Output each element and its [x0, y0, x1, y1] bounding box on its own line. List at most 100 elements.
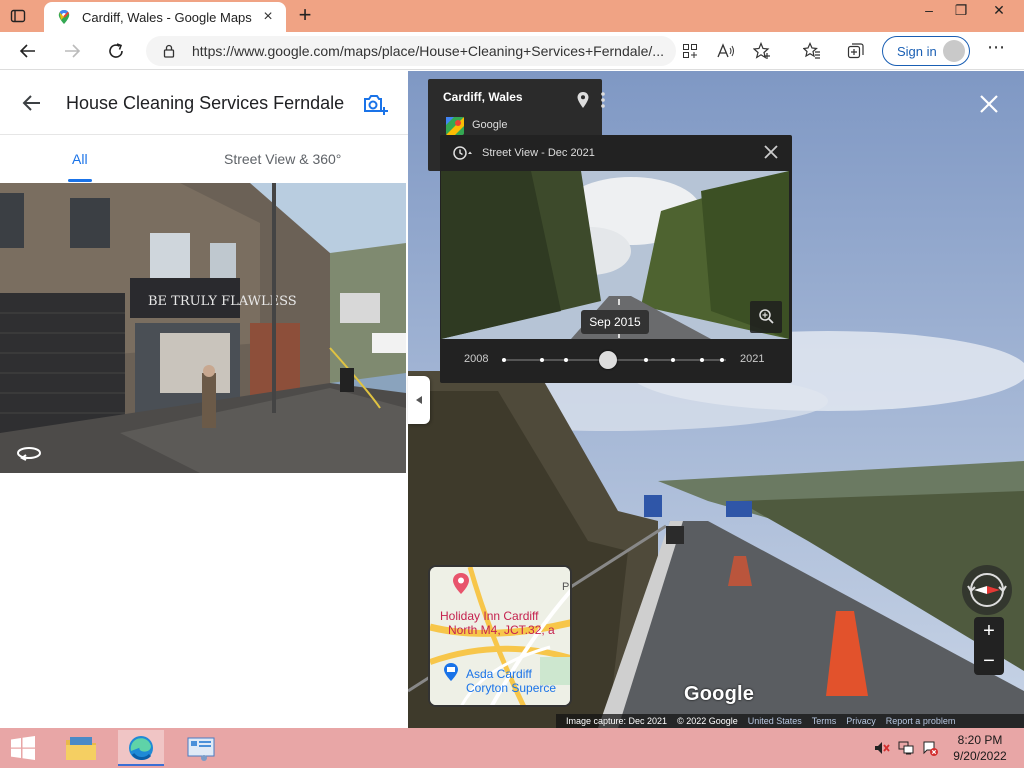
time-machine-panel: Street View - Dec 2021 Sep 2015 2008 202…: [440, 135, 792, 383]
edge-browser-icon: [129, 736, 153, 761]
privacy-link[interactable]: Privacy: [846, 716, 876, 726]
forward-button[interactable]: [60, 39, 84, 63]
more-vertical-icon[interactable]: [600, 91, 606, 109]
system-clock[interactable]: 8:20 PM 9/20/2022: [948, 732, 1012, 764]
close-time-machine-icon[interactable]: [762, 143, 780, 161]
map-footer: Image capture: Dec 2021 © 2022 Google Un…: [556, 714, 1024, 728]
network-icon[interactable]: [898, 740, 914, 756]
clock-date: 9/20/2022: [953, 749, 1007, 763]
location-name[interactable]: Cardiff, Wales: [443, 90, 523, 104]
zoom-control: + −: [974, 617, 1004, 675]
profile-avatar-icon: [943, 40, 965, 62]
timeline-tick[interactable]: [719, 358, 724, 362]
collections-icon[interactable]: [846, 41, 866, 61]
tab-all[interactable]: All: [72, 151, 88, 167]
read-aloud-icon[interactable]: [716, 41, 736, 61]
restore-window-icon[interactable]: ❐: [946, 0, 976, 22]
imagery-source: Google: [472, 119, 508, 131]
copyright-text: © 2022 Google: [677, 716, 738, 726]
close-window-icon[interactable]: ✕: [984, 0, 1014, 22]
control-panel-icon: [187, 737, 215, 761]
taskbar-edge[interactable]: [118, 730, 164, 766]
region-link[interactable]: United States: [748, 716, 802, 726]
timeline-end-year: 2021: [740, 353, 765, 365]
timeline-handle[interactable]: [599, 351, 618, 369]
active-tab-indicator: [68, 179, 92, 182]
forward-arrow-icon: [65, 44, 81, 58]
taskbar-control-panel[interactable]: [178, 730, 224, 766]
terms-link[interactable]: Terms: [812, 716, 837, 726]
compass-control[interactable]: [962, 565, 1012, 615]
add-photo-icon[interactable]: [362, 91, 388, 117]
sign-in-label: Sign in: [897, 43, 937, 59]
zoom-out-button[interactable]: −: [974, 647, 1004, 675]
report-problem-link[interactable]: Report a problem: [886, 716, 956, 726]
location-pin-icon[interactable]: [576, 91, 590, 109]
minimap-hotel-label[interactable]: Holiday Inn Cardiff North M4, JCT.32, a: [440, 609, 555, 637]
time-machine-label: Street View - Dec 2021: [482, 147, 595, 159]
magnifier-plus-icon: [759, 309, 774, 324]
storefront-image: BE TRULY FLAWLESS: [0, 183, 406, 473]
app-available-icon[interactable]: [680, 41, 700, 61]
favorites-icon[interactable]: [802, 41, 822, 61]
more-options-icon[interactable]: ⋯: [986, 38, 1006, 60]
refresh-icon: [109, 43, 123, 58]
street-view-photo[interactable]: BE TRULY FLAWLESS: [0, 183, 406, 473]
minimap-store-label[interactable]: Asda Cardiff Coryton Superce: [466, 667, 556, 695]
photo-tabs: All Street View & 360°: [0, 135, 408, 183]
minimap-hotel-line2: North M4, JCT.32, a: [448, 623, 555, 637]
minimap-store-line1: Asda Cardiff: [466, 667, 532, 681]
mini-map[interactable]: Holiday Inn Cardiff North M4, JCT.32, a …: [428, 565, 572, 707]
timeline-tick[interactable]: [564, 358, 569, 362]
speaker-muted-icon[interactable]: [874, 740, 890, 756]
taskbar-file-explorer[interactable]: [58, 730, 104, 766]
new-tab-button[interactable]: +: [294, 4, 316, 26]
timeline-tick[interactable]: [539, 358, 544, 362]
timeline-tick[interactable]: [644, 358, 649, 362]
tab-close-icon[interactable]: ×: [260, 9, 276, 25]
image-capture-date: Image capture: Dec 2021: [566, 716, 668, 726]
close-street-view-icon[interactable]: [978, 93, 1000, 115]
url-text: https://www.google.com/maps/place/House+…: [192, 43, 664, 59]
panel-header: House Cleaning Services Ferndale: [0, 71, 408, 135]
windows-taskbar: 8:20 PM 9/20/2022: [0, 728, 1024, 768]
lock-icon: [163, 44, 175, 58]
url-bar[interactable]: https://www.google.com/maps/place/House+…: [146, 36, 676, 66]
place-title: House Cleaning Services Ferndale: [66, 93, 345, 113]
windows-start-icon[interactable]: [10, 736, 36, 760]
back-arrow-icon[interactable]: [20, 91, 44, 115]
back-button[interactable]: [16, 39, 40, 63]
browser-tab-active[interactable]: Cardiff, Wales - Google Maps ×: [44, 2, 286, 32]
timeline-tick[interactable]: [670, 358, 675, 362]
place-side-panel: House Cleaning Services Ferndale All Str…: [0, 71, 408, 728]
add-favorite-icon[interactable]: [752, 41, 772, 61]
minimap-store-line2: Coryton Superce: [466, 681, 557, 695]
refresh-button[interactable]: [104, 39, 128, 63]
selected-date-tooltip: Sep 2015: [581, 310, 649, 334]
time-machine-header[interactable]: Street View - Dec 2021: [452, 143, 595, 163]
zoom-thumbnail-button[interactable]: [750, 301, 782, 333]
history-clock-icon: [453, 146, 472, 160]
action-center-alert-icon[interactable]: [922, 740, 938, 756]
folder-icon: [66, 737, 96, 760]
sign-in-button[interactable]: Sign in: [882, 36, 970, 66]
street-view-viewport[interactable]: Cardiff, Wales Google Street View - Dec …: [408, 71, 1024, 728]
zoom-in-button[interactable]: +: [974, 617, 1004, 645]
timeline-start-year: 2008: [464, 353, 489, 365]
timeline-tick[interactable]: [502, 358, 506, 362]
tab-actions-icon[interactable]: [8, 6, 28, 26]
google-maps-icon: [446, 117, 464, 135]
browser-tab-bar: Cardiff, Wales - Google Maps × + – ❐ ✕: [0, 0, 1024, 32]
google-watermark: Google: [684, 683, 755, 705]
clock-time: 8:20 PM: [957, 733, 1003, 747]
minimize-window-icon[interactable]: –: [914, 0, 944, 22]
rotate-360-icon[interactable]: [16, 445, 42, 463]
back-arrow-icon: [19, 44, 35, 58]
compass-icon: [967, 573, 1007, 607]
timeline-tick[interactable]: [699, 358, 704, 362]
chevron-left-icon: [416, 396, 422, 404]
tab-street-view-360[interactable]: Street View & 360°: [224, 151, 341, 167]
collapse-side-panel-button[interactable]: [408, 376, 430, 424]
google-maps-favicon-icon: [58, 10, 70, 24]
timeline-slider[interactable]: [502, 351, 726, 369]
